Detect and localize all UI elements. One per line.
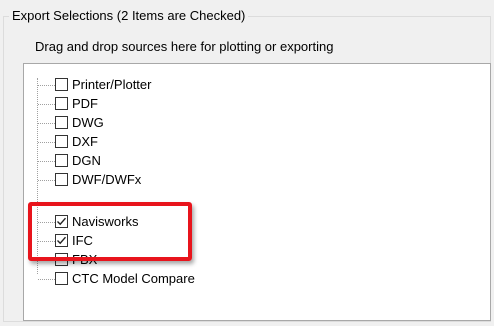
tree-item-navisworks[interactable]: Navisworks [24, 213, 484, 232]
tree-item-pdf[interactable]: PDF [24, 95, 484, 114]
tree-item-label: Printer/Plotter [72, 77, 152, 92]
tree-item-label: PDF [72, 96, 98, 111]
tree-item-label: IFC [72, 233, 93, 248]
tree-item-label: DGN [72, 153, 101, 168]
tree-item-label: DWG [72, 115, 104, 130]
export-tree-view[interactable]: Printer/Plotter PDF DWG DXF DGN DWF/DWFx [23, 63, 491, 321]
export-selections-panel: Export Selections (2 Items are Checked) … [0, 0, 494, 326]
tree-item-dgn[interactable]: DGN [24, 152, 484, 171]
tree-branch-line [38, 222, 55, 223]
tree-item-label: CTC Model Compare [72, 271, 195, 286]
tree-item-ifc[interactable]: IFC [24, 232, 484, 251]
tree-branch-line [38, 241, 55, 242]
tree-branch-line [38, 85, 55, 86]
dwg-checkbox[interactable] [55, 116, 68, 129]
tree-item-fbx[interactable]: FBX [24, 251, 484, 270]
pdf-checkbox[interactable] [55, 97, 68, 110]
dwf-dwfx-checkbox[interactable] [55, 173, 68, 186]
tree-branch-line [38, 142, 55, 143]
tree-item-dwg[interactable]: DWG [24, 114, 484, 133]
ifc-checkbox[interactable] [55, 234, 68, 247]
group-title: Export Selections (2 Items are Checked) [9, 8, 249, 24]
ctc-model-compare-checkbox[interactable] [55, 272, 68, 285]
tree-item-printer-plotter[interactable]: Printer/Plotter [24, 76, 484, 95]
tree-item-ctc-model-compare[interactable]: CTC Model Compare [24, 270, 484, 289]
tree-item-dwf-dwfx[interactable]: DWF/DWFx [24, 171, 484, 190]
printer-plotter-checkbox[interactable] [55, 78, 68, 91]
tree-branch-line [38, 123, 55, 124]
tree-item-label: FBX [72, 252, 98, 267]
navisworks-checkbox[interactable] [55, 215, 68, 228]
fbx-checkbox[interactable] [55, 253, 68, 266]
tree-item-label: DWF/DWFx [72, 172, 142, 187]
drag-drop-hint: Drag and drop sources here for plotting … [35, 39, 334, 54]
checkmark-icon [57, 217, 67, 226]
tree-item-dxf[interactable]: DXF [24, 133, 484, 152]
tree-branch-line [38, 161, 55, 162]
tree-item-label: Navisworks [72, 214, 139, 229]
tree-branch-line [38, 104, 55, 105]
tree-branch-line [38, 180, 55, 181]
dxf-checkbox[interactable] [55, 135, 68, 148]
tree-branch-line [38, 279, 55, 280]
tree-item-label: DXF [72, 134, 98, 149]
tree-branch-line [38, 260, 55, 261]
dgn-checkbox[interactable] [55, 154, 68, 167]
checkmark-icon [57, 236, 67, 245]
